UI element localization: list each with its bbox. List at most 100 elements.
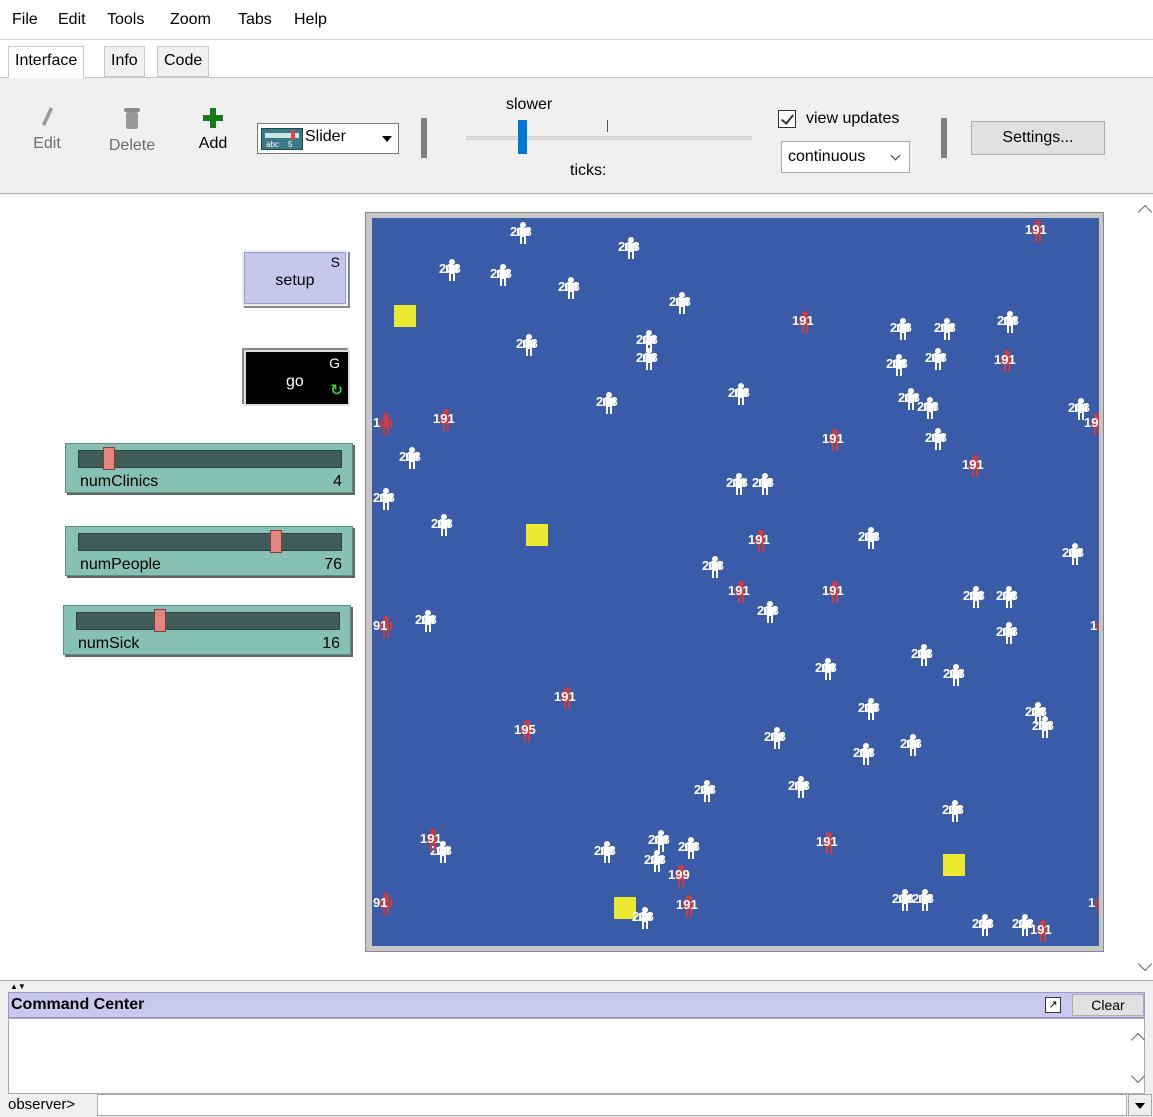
speed-slider-thumb[interactable] — [518, 120, 527, 154]
healthy-person-agent: 208 — [942, 798, 970, 824]
splitter-arrows-icon[interactable]: ▲▼ — [10, 982, 26, 991]
world-view[interactable]: 208 208 208 208 208 208 208 208 208 208 208 208 208 2… — [372, 218, 1099, 946]
sick-person-agent: 191 — [748, 528, 776, 554]
setup-label: setup — [275, 272, 315, 289]
slider-numclinics[interactable]: numClinics 4 — [65, 443, 353, 493]
slider-numpeople[interactable]: numPeople 76 — [65, 526, 353, 576]
healthy-person-agent: 208 — [558, 275, 586, 301]
healthy-person-agent: 208 — [415, 608, 443, 634]
sick-person-agent: 191 — [994, 348, 1022, 374]
toolbar-divider — [421, 118, 427, 158]
clear-button[interactable]: Clear — [1072, 994, 1144, 1016]
slider-thumb[interactable] — [269, 530, 282, 553]
healthy-person-agent: 208 — [510, 220, 538, 246]
setup-shortcut-key: S — [330, 254, 340, 270]
sick-person-agent: 191 — [420, 827, 448, 853]
widget-type-select[interactable]: abc 5 Slider — [257, 123, 399, 154]
tab-interface[interactable]: Interface — [8, 46, 85, 78]
view-updates-checkbox[interactable] — [778, 110, 796, 128]
tab-bar: Interface Info Code — [0, 40, 1153, 78]
update-mode-value: continuous — [788, 148, 866, 165]
command-center-title: Command Center — [11, 996, 145, 1013]
settings-button[interactable]: Settings... — [971, 121, 1105, 155]
healthy-person-agent: 208 — [636, 346, 664, 372]
toolbar-divider-2 — [941, 118, 947, 158]
observer-prompt[interactable]: observer> — [8, 1096, 75, 1113]
scroll-up-icon[interactable] — [1137, 204, 1153, 220]
healthy-person-agent: 208 — [900, 732, 928, 758]
add-label: Add — [198, 135, 228, 152]
speed-label: slower — [506, 96, 553, 113]
delete-label: Delete — [108, 137, 156, 154]
slider-label: numClinics — [80, 473, 159, 490]
menu-tools[interactable]: Tools — [107, 11, 144, 29]
healthy-person-agent: 208 — [815, 656, 843, 682]
sick-person-agent: 191 — [728, 579, 756, 605]
delete-button[interactable]: Delete — [104, 106, 160, 155]
scroll-down-icon[interactable] — [1130, 1068, 1146, 1084]
sick-person-agent: 191 — [822, 427, 850, 453]
slider-label: numPeople — [80, 556, 161, 573]
sick-person-agent: 199 — [668, 863, 696, 889]
slider-track[interactable] — [76, 612, 340, 630]
command-output[interactable] — [8, 1018, 1146, 1094]
healthy-person-agent: 208 — [669, 290, 697, 316]
menu-zoom[interactable]: Zoom — [170, 11, 211, 29]
menu-file[interactable]: File — [12, 11, 38, 29]
ticks-label: ticks: — [570, 162, 607, 179]
healthy-person-agent: 208 — [934, 316, 962, 342]
edit-button[interactable]: Edit — [28, 106, 66, 153]
expand-icon[interactable]: ↗ — [1045, 997, 1061, 1013]
sick-person-agent: 191 — [816, 830, 844, 856]
scroll-down-icon[interactable] — [1137, 956, 1153, 972]
slider-thumb[interactable] — [154, 609, 167, 632]
slider-value: 4 — [333, 473, 342, 490]
healthy-person-agent: 208 — [912, 887, 940, 913]
scroll-up-icon[interactable] — [1130, 1032, 1146, 1048]
add-button[interactable]: Add — [193, 108, 233, 153]
healthy-person-agent: 208 — [997, 309, 1025, 335]
sick-person-agent: 191 — [433, 407, 461, 433]
tab-info[interactable]: Info — [104, 46, 145, 77]
clinic-patch — [526, 524, 548, 546]
command-input[interactable] — [97, 1094, 1127, 1116]
menu-bar: File Edit Tools Zoom Tabs Help — [0, 0, 1153, 40]
healthy-person-agent: 208 — [911, 642, 939, 668]
go-button[interactable]: G go ↻ — [244, 350, 350, 406]
menu-help[interactable]: Help — [294, 11, 327, 29]
slider-label: numSick — [78, 635, 140, 652]
slider-track[interactable] — [78, 533, 342, 551]
speed-slider-track[interactable] — [466, 136, 752, 140]
slider-numsick[interactable]: numSick 16 — [63, 605, 351, 655]
clinic-patch — [943, 854, 965, 876]
sick-person-agent: 91 — [373, 614, 401, 640]
healthy-person-agent: 208 — [757, 599, 785, 625]
slider-thumb[interactable] — [103, 447, 116, 470]
sick-person-agent: 191 — [962, 453, 990, 479]
healthy-person-agent: 208 — [886, 352, 914, 378]
healthy-person-agent: 208 — [694, 778, 722, 804]
sick-person-agent: 1 — [1090, 614, 1099, 640]
update-mode-select[interactable]: continuous — [781, 141, 910, 173]
menu-tabs[interactable]: Tabs — [238, 11, 272, 29]
healthy-person-agent: 208 — [728, 381, 756, 407]
panel-splitter[interactable]: ▲▼ — [0, 982, 1153, 992]
sick-person-agent: 195 — [514, 718, 542, 744]
setup-button[interactable]: S setup — [242, 250, 348, 306]
healthy-person-agent: 208 — [431, 512, 459, 538]
view-updates-label: view updates — [806, 110, 900, 127]
menu-edit[interactable]: Edit — [58, 11, 86, 29]
command-history-dropdown[interactable] — [1128, 1094, 1152, 1116]
healthy-person-agent: 208 — [632, 905, 660, 931]
sick-person-agent: 191 — [822, 579, 850, 605]
slider-track[interactable] — [78, 450, 342, 468]
plus-icon — [203, 108, 223, 128]
healthy-person-agent: 208 — [594, 839, 622, 865]
healthy-person-agent: 208 — [373, 486, 401, 512]
healthy-person-agent: 208 — [963, 584, 991, 610]
tab-code[interactable]: Code — [157, 46, 210, 77]
healthy-person-agent: 208 — [1032, 714, 1060, 740]
healthy-person-agent: 208 — [702, 554, 730, 580]
slider-value: 16 — [322, 635, 340, 652]
speed-slider-tick — [607, 120, 608, 132]
